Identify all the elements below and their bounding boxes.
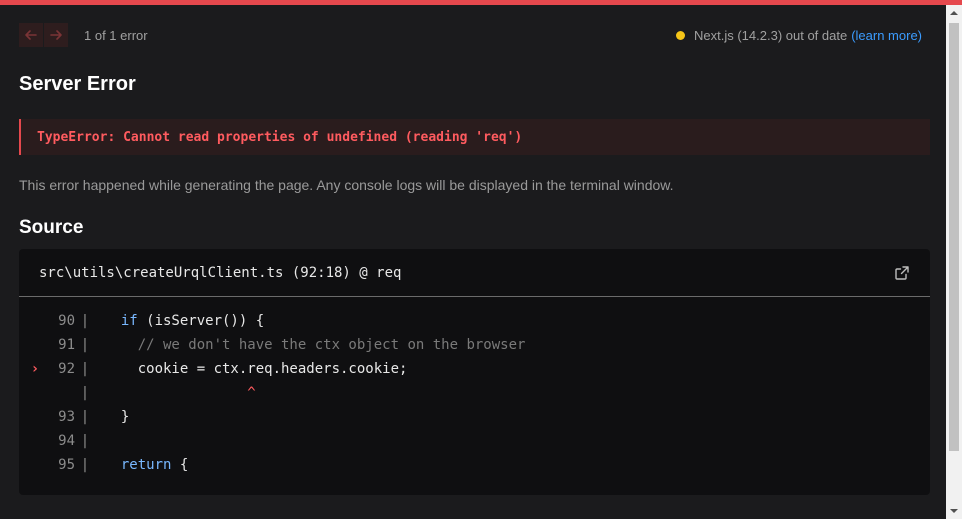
code-line: 93 | } — [19, 405, 930, 429]
line-number: 91 — [58, 337, 75, 353]
code-token: cookie = ctx.req.headers.cookie; — [104, 361, 408, 377]
gutter-separator: | — [80, 385, 90, 401]
code-token: { — [171, 457, 189, 473]
code-line: 94 | — [19, 429, 930, 453]
error-overlay-dialog: 1 of 1 error Next.js (14.2.3) out of dat… — [0, 5, 946, 519]
error-line-marker-icon: › — [30, 361, 40, 377]
code-keyword: if — [120, 313, 138, 329]
source-file-path[interactable]: src\utils\createUrqlClient.ts (92:18) @ … — [39, 265, 401, 281]
gutter-separator: | — [80, 409, 90, 425]
vertical-scrollbar[interactable] — [946, 5, 962, 519]
line-number: 92 — [58, 361, 75, 377]
learn-more-link[interactable]: (learn more) — [851, 28, 922, 43]
version-text: Next.js (14.2.3) out of date — [694, 28, 848, 43]
gutter-separator: | — [80, 313, 90, 329]
code-keyword: return — [120, 457, 172, 473]
code-line: | ^ — [19, 381, 930, 405]
line-number: 95 — [58, 457, 75, 473]
gutter-separator: | — [80, 337, 90, 353]
code-line: 91 | // we don't have the ctx object on t… — [19, 333, 930, 357]
error-navigation — [19, 23, 68, 47]
external-link-icon[interactable] — [894, 265, 910, 281]
page-title: Server Error — [19, 73, 136, 95]
error-count: 1 of 1 error — [84, 28, 148, 43]
source-heading: Source — [19, 217, 84, 238]
code-text: } — [95, 409, 129, 425]
status-dot-icon — [676, 31, 685, 40]
code-line: › 92 | cookie = ctx.req.headers.cookie; — [19, 357, 930, 381]
next-error-button[interactable] — [44, 23, 68, 47]
code-text: ^ — [95, 385, 256, 401]
code-line: 90 | if (isServer()) { — [19, 309, 930, 333]
gutter-separator: | — [80, 433, 90, 449]
error-description: This error happened while generating the… — [19, 177, 674, 193]
scrollbar-thumb[interactable] — [949, 23, 959, 451]
code-comment: // we don't have the ctx object on the b… — [137, 337, 526, 353]
code-frame: src\utils\createUrqlClient.ts (92:18) @ … — [19, 249, 930, 495]
gutter-separator: | — [80, 457, 90, 473]
scroll-down-icon[interactable] — [946, 503, 962, 519]
error-message-box: TypeError: Cannot read properties of und… — [19, 119, 930, 155]
line-number: 90 — [58, 313, 75, 329]
code-text: cookie = ctx.req.headers.cookie; — [95, 361, 408, 377]
line-number: 94 — [58, 433, 75, 449]
code-text: return { — [95, 457, 188, 473]
arrow-right-icon — [50, 30, 62, 40]
error-message: TypeError: Cannot read properties of und… — [37, 129, 523, 145]
gutter-separator: | — [80, 361, 90, 377]
scroll-up-icon[interactable] — [946, 5, 962, 21]
code-text: // we don't have the ctx object on the b… — [95, 337, 526, 353]
code-line: 95 | return { — [19, 453, 930, 477]
code-frame-header[interactable]: src\utils\createUrqlClient.ts (92:18) @ … — [19, 249, 930, 297]
arrow-left-icon — [25, 30, 37, 40]
code-token: (isServer()) { — [137, 313, 265, 329]
error-caret: ^ — [247, 385, 256, 401]
previous-error-button[interactable] — [19, 23, 43, 47]
code-token: } — [104, 409, 130, 425]
version-status: Next.js (14.2.3) out of date (learn more… — [676, 28, 922, 43]
code-lines: 90 | if (isServer()) { 91 | // we don't hav… — [19, 297, 930, 477]
code-text: if (isServer()) { — [95, 313, 264, 329]
line-number: 93 — [58, 409, 75, 425]
